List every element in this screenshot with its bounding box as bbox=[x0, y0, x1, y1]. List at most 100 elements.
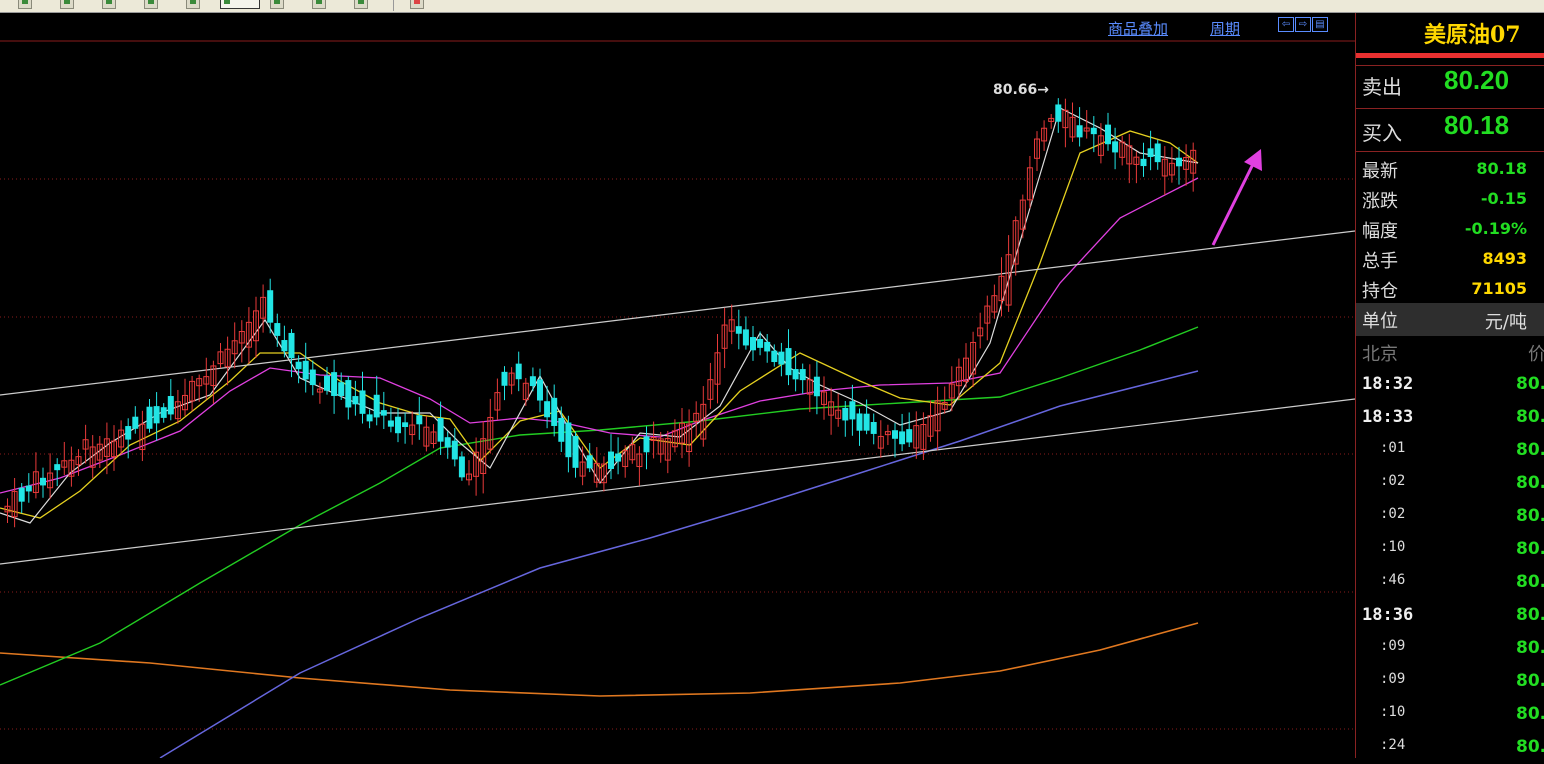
tick-header-price: 价 bbox=[1528, 344, 1544, 365]
stat-row: 持仓 71105 bbox=[1356, 275, 1544, 305]
candle-body bbox=[295, 361, 302, 370]
ma10-line bbox=[0, 130, 1199, 519]
tick-price: 80. bbox=[1516, 671, 1544, 691]
candle-body bbox=[288, 332, 295, 359]
tick-time: :02 bbox=[1380, 506, 1406, 522]
scroll-right-icon[interactable]: ⇨ bbox=[1295, 17, 1311, 32]
stat-label: 幅度 bbox=[1362, 221, 1398, 242]
candle-body bbox=[558, 417, 565, 442]
tick-row[interactable]: :02 80. bbox=[1356, 500, 1544, 533]
toolbar-button-5[interactable] bbox=[186, 0, 200, 9]
candle-body bbox=[856, 413, 863, 431]
tick-time: :10 bbox=[1380, 704, 1406, 720]
candle-body bbox=[1076, 125, 1083, 138]
candle-body bbox=[146, 406, 153, 429]
candle-body bbox=[608, 451, 614, 469]
tick-price: 80. bbox=[1516, 572, 1544, 592]
candle-body bbox=[1176, 157, 1182, 167]
candle-body bbox=[750, 337, 756, 351]
candle-body bbox=[615, 453, 622, 462]
stat-value: 80.18 bbox=[1476, 159, 1527, 178]
tick-row[interactable]: :02 80. bbox=[1356, 467, 1544, 500]
ma250-line bbox=[0, 622, 1199, 697]
stat-label: 最新 bbox=[1362, 161, 1398, 182]
toolbar-button-8[interactable] bbox=[354, 0, 368, 9]
tick-row[interactable]: :10 80. bbox=[1356, 698, 1544, 731]
candle-body bbox=[132, 416, 139, 429]
candle-body bbox=[1147, 148, 1154, 157]
candle-body bbox=[267, 290, 274, 323]
tick-time: 18:36 bbox=[1362, 605, 1414, 625]
unit-row: 单位 元/吨 bbox=[1356, 303, 1544, 336]
unit-value: 元/吨 bbox=[1484, 312, 1527, 333]
candle-body bbox=[40, 477, 46, 486]
kline-chart[interactable]: 80.66→ 商品叠加 周期 ⇦ ⇨ ▤ bbox=[0, 13, 1355, 758]
candle-body bbox=[565, 422, 572, 458]
tick-price: 80. bbox=[1516, 407, 1544, 427]
candle-body bbox=[274, 323, 281, 336]
tick-time: 18:33 bbox=[1362, 407, 1414, 427]
stat-value: -0.19% bbox=[1464, 219, 1527, 238]
tick-row[interactable]: :09 80. bbox=[1356, 632, 1544, 665]
tick-row[interactable]: :46 80. bbox=[1356, 566, 1544, 599]
candle-body bbox=[373, 394, 380, 418]
tick-row[interactable]: :24 80. bbox=[1356, 731, 1544, 764]
tick-row[interactable]: :10 80. bbox=[1356, 533, 1544, 566]
candle-body bbox=[771, 350, 778, 363]
candle-body bbox=[870, 422, 877, 434]
chart-canvas[interactable]: 80.66→ bbox=[0, 13, 1355, 758]
candle-body bbox=[160, 407, 167, 418]
tick-time: :02 bbox=[1380, 473, 1406, 489]
toolbar-button-selected[interactable] bbox=[220, 0, 260, 9]
scroll-left-icon[interactable]: ⇦ bbox=[1278, 17, 1294, 32]
chart-nav-buttons: ⇦ ⇨ ▤ bbox=[1278, 17, 1328, 33]
candle-body bbox=[537, 379, 543, 401]
candle-body bbox=[18, 487, 25, 502]
candle-body bbox=[309, 369, 316, 386]
candle-body bbox=[849, 401, 856, 420]
toolbar-button-3[interactable] bbox=[102, 0, 116, 9]
toolbar-button-4[interactable] bbox=[144, 0, 158, 9]
candle-body bbox=[1140, 158, 1147, 167]
tick-row[interactable]: 18:32 80. bbox=[1356, 368, 1544, 401]
overlay-commodity-link[interactable]: 商品叠加 bbox=[1108, 18, 1168, 39]
candle-body bbox=[551, 397, 558, 426]
candle-body bbox=[54, 464, 61, 471]
sell-label: 卖出 bbox=[1362, 75, 1402, 99]
candle-body bbox=[813, 376, 820, 397]
tick-row[interactable]: :01 80. bbox=[1356, 434, 1544, 467]
stat-label: 总手 bbox=[1362, 251, 1398, 272]
candle-body bbox=[324, 375, 330, 391]
toolbar-button-2[interactable] bbox=[60, 0, 74, 9]
divider bbox=[1356, 151, 1544, 152]
alert-tool-icon[interactable] bbox=[410, 0, 424, 9]
toolbar-button-1[interactable] bbox=[18, 0, 32, 9]
toolbar-button-7[interactable] bbox=[312, 0, 326, 9]
tick-price: 80. bbox=[1516, 374, 1544, 394]
stat-label: 持仓 bbox=[1362, 281, 1398, 302]
candle-body bbox=[153, 406, 160, 424]
layout-icon[interactable]: ▤ bbox=[1312, 17, 1328, 32]
stat-row: 涨跌 -0.15 bbox=[1356, 185, 1544, 215]
candle-body bbox=[125, 426, 132, 440]
tick-row[interactable]: 18:36 80. bbox=[1356, 599, 1544, 632]
candle-body bbox=[572, 435, 579, 468]
tick-row[interactable]: 18:33 80. bbox=[1356, 401, 1544, 434]
tick-price: 80. bbox=[1516, 506, 1544, 526]
tick-price: 80. bbox=[1516, 605, 1544, 625]
candle-body bbox=[785, 348, 792, 376]
candle-body bbox=[778, 351, 785, 365]
period-link[interactable]: 周期 bbox=[1210, 18, 1240, 39]
candle-body bbox=[501, 371, 508, 386]
candle-body bbox=[1090, 127, 1097, 135]
tick-time: 18:32 bbox=[1362, 374, 1414, 394]
trend-line-upper bbox=[0, 230, 1355, 396]
toolbar-button-6[interactable] bbox=[270, 0, 284, 9]
tick-row[interactable]: :09 80. bbox=[1356, 665, 1544, 698]
candle-body bbox=[402, 422, 409, 428]
tick-price: 80. bbox=[1516, 737, 1544, 757]
tick-header-time: 北京 bbox=[1362, 344, 1398, 365]
candle-body bbox=[899, 431, 906, 445]
buy-price: 80.18 bbox=[1444, 110, 1510, 140]
stat-row: 幅度 -0.19% bbox=[1356, 215, 1544, 245]
